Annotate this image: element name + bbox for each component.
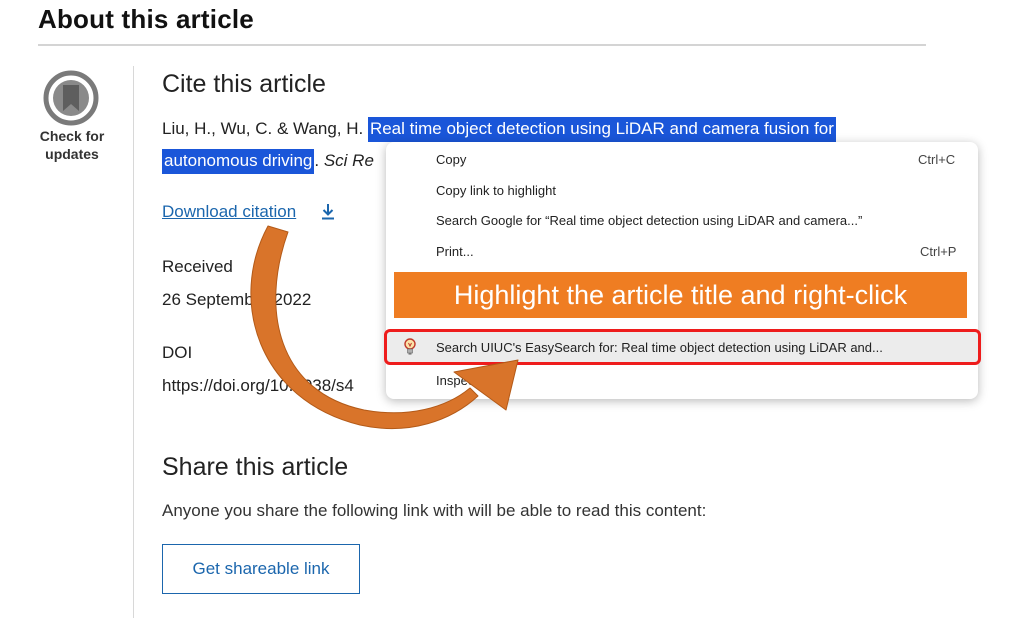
instruction-banner-text: Highlight the article title and right-cl… xyxy=(453,279,908,310)
citation-authors: Liu, H., Wu, C. & Wang, H. xyxy=(162,119,368,138)
menu-item-copy-link[interactable]: Copy link to highlight xyxy=(436,183,556,198)
citation-line-1: Liu, H., Wu, C. & Wang, H. Real time obj… xyxy=(162,114,836,144)
lightbulb-icon xyxy=(404,338,416,355)
citation-title-highlight-2[interactable]: autonomous driving xyxy=(162,149,315,174)
menu-item-copy[interactable]: Copy xyxy=(436,152,466,167)
menu-item-print[interactable]: Print... xyxy=(436,244,474,259)
check-for-updates-label[interactable]: Check for updates xyxy=(30,127,114,163)
share-section-title: Share this article xyxy=(162,453,349,481)
citation-line-2: autonomous driving. Sci Re xyxy=(162,146,374,176)
download-citation-link[interactable]: Download citation xyxy=(162,202,296,222)
shareable-link-label: Get shareable link xyxy=(192,559,330,578)
check-for-updates-line2: updates xyxy=(45,146,99,162)
copy-shortcut: Ctrl+C xyxy=(918,152,956,167)
menu-item-search-google[interactable]: Search Google for “Real time object dete… xyxy=(436,213,862,228)
share-description: Anyone you share the following link with… xyxy=(162,501,707,520)
received-date: 26 September 2022 xyxy=(162,290,312,309)
section-heading: About this article xyxy=(38,4,254,34)
download-icon[interactable] xyxy=(320,203,336,221)
check-for-updates-icon[interactable] xyxy=(43,70,99,126)
vertical-divider xyxy=(133,66,134,618)
menu-item-easysearch[interactable]: Search UIUC's EasySearch for: Real time … xyxy=(436,340,883,355)
menu-item-inspect[interactable]: Inspect xyxy=(436,373,474,388)
citation-title-highlight-1[interactable]: Real time object detection using LiDAR a… xyxy=(367,117,836,142)
received-label: Received xyxy=(162,257,233,276)
instruction-banner: Highlight the article title and right-cl… xyxy=(394,272,967,318)
check-for-updates-line1: Check for xyxy=(39,128,105,144)
citation-separator: . xyxy=(314,151,324,170)
print-shortcut: Ctrl+P xyxy=(920,244,957,259)
get-shareable-link-button[interactable]: Get shareable link xyxy=(162,544,360,594)
doi-label: DOI xyxy=(162,343,193,362)
heading-divider xyxy=(38,44,926,46)
citation-journal: Sci Re xyxy=(323,151,374,170)
cite-section-title: Cite this article xyxy=(162,70,326,98)
doi-value: https://doi.org/10.1038/s4 xyxy=(162,376,354,395)
